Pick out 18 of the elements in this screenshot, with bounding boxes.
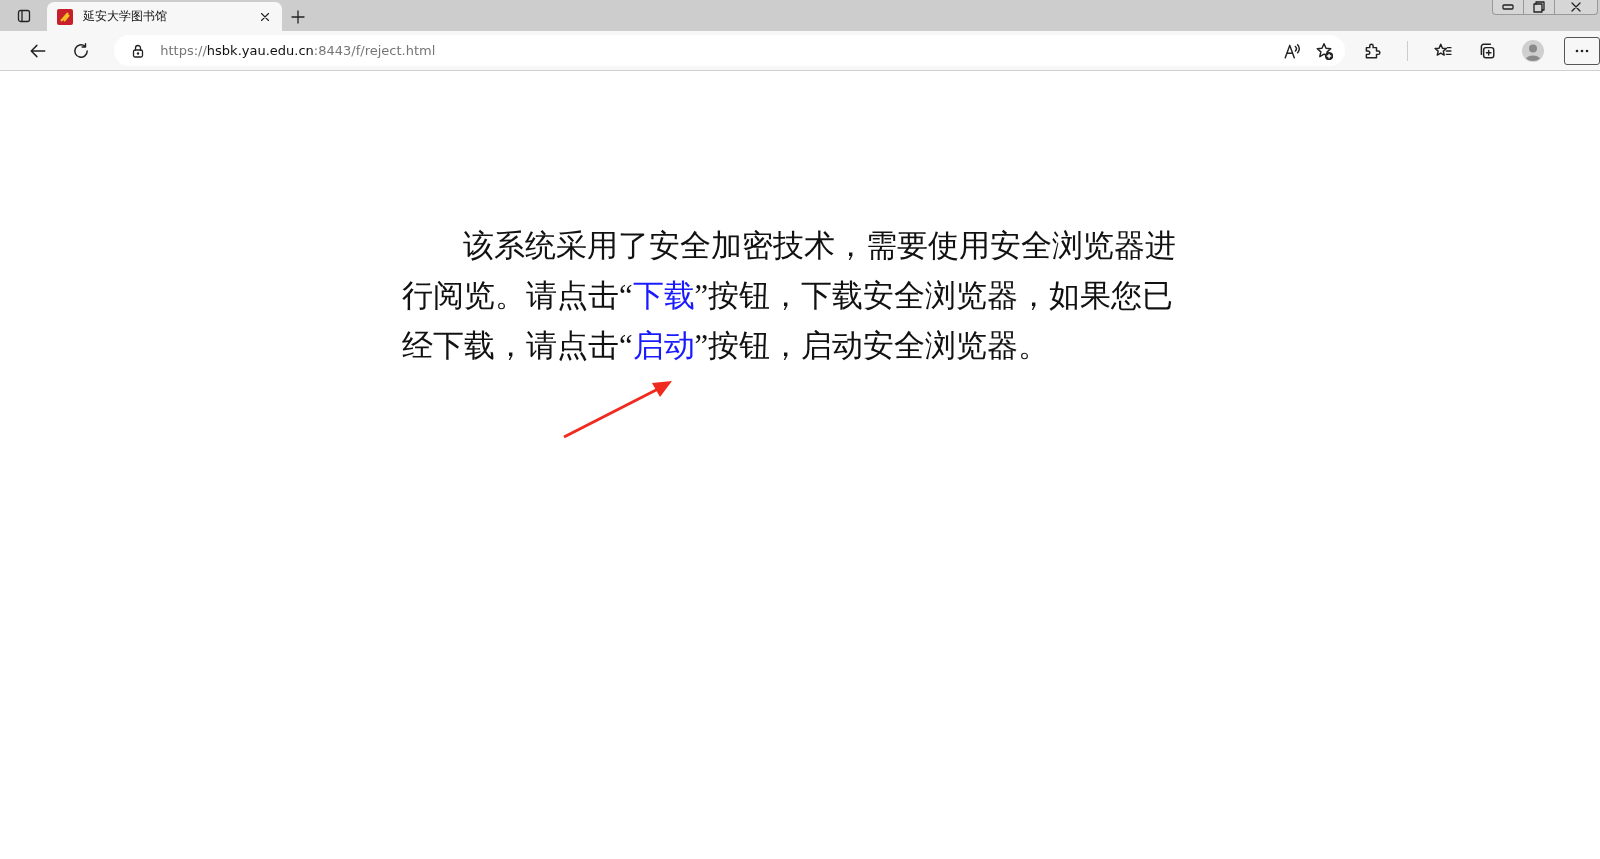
read-aloud-icon[interactable] bbox=[1283, 41, 1301, 60]
tab-actions-icon[interactable] bbox=[15, 7, 32, 24]
more-menu-button[interactable] bbox=[1564, 36, 1600, 65]
extensions-icon[interactable] bbox=[1363, 41, 1381, 60]
url-text: https://hsbk.yau.edu.cn:8443/f/reject.html bbox=[160, 43, 437, 58]
profile-avatar-icon[interactable] bbox=[1522, 39, 1544, 62]
more-icon bbox=[1574, 48, 1590, 53]
browser-tab[interactable]: 延安大学图书馆 bbox=[47, 2, 282, 31]
refresh-icon[interactable] bbox=[71, 41, 90, 60]
add-favorite-icon[interactable] bbox=[1315, 41, 1333, 60]
link[interactable]: 下载 bbox=[632, 279, 695, 313]
link[interactable]: 启动 bbox=[632, 329, 695, 363]
address-bar[interactable]: https://hsbk.yau.edu.cn:8443/f/reject.html bbox=[114, 35, 1345, 66]
new-tab-icon[interactable] bbox=[290, 8, 306, 25]
collections-icon[interactable] bbox=[1478, 41, 1496, 60]
tab-title: 延安大学图书馆 bbox=[83, 8, 168, 25]
notice-paragraph: 该系统采用了安全加密技术，需要使用安全浏览器进行阅览。请点击“下载”按钮，下载安全浏览器，如果您已经下载，请点击“启动”按钮，启动安全浏览器。 bbox=[402, 228, 1178, 365]
favicon-icon bbox=[57, 8, 73, 25]
